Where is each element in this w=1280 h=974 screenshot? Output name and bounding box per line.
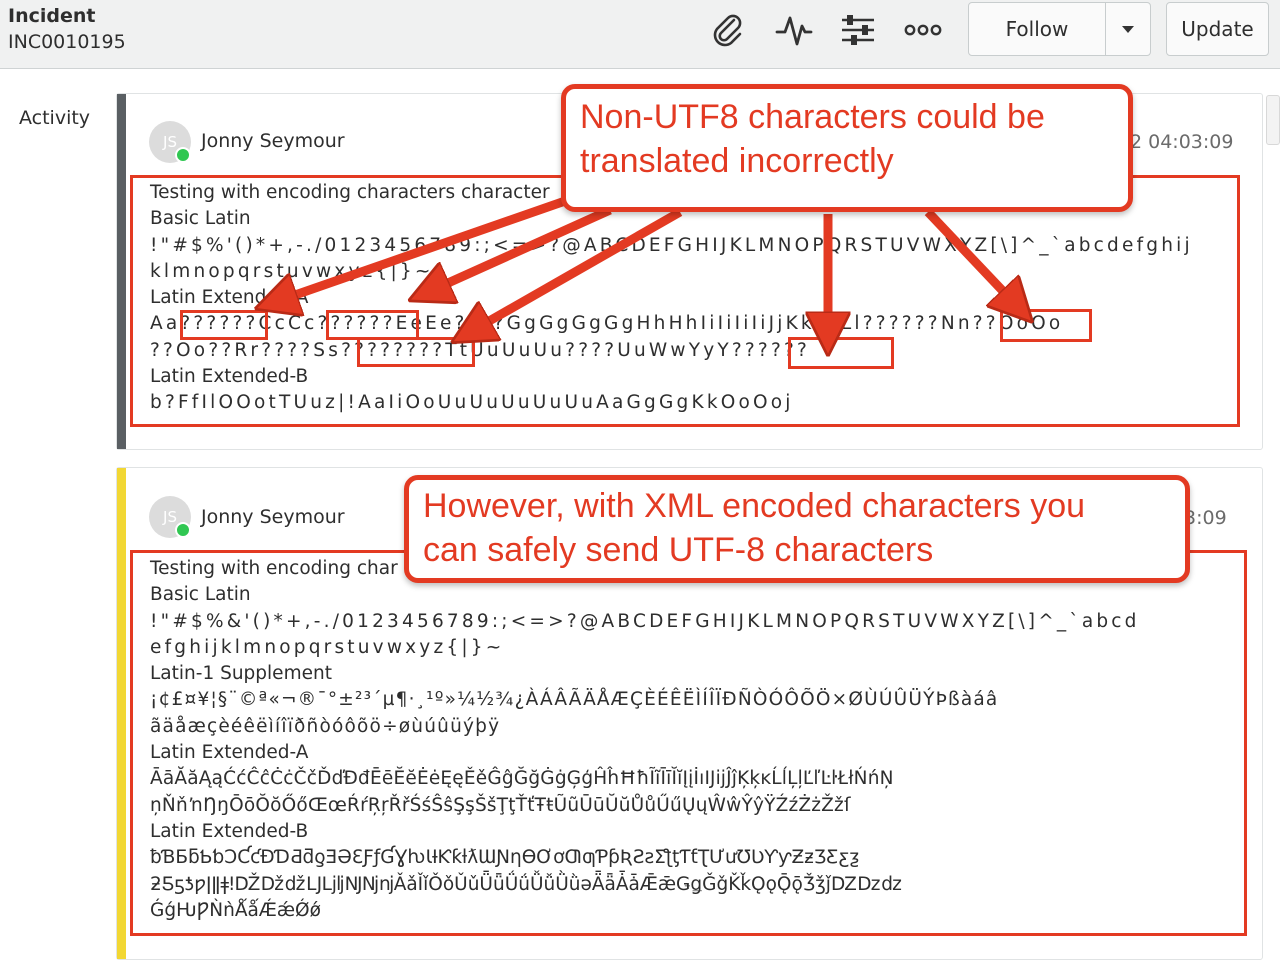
arrow [428,205,612,292]
annotation-callout: Non-UTF8 characters could be translated … [561,84,1133,212]
arrow [924,208,1018,307]
annotation-callout: However, with XML encoded characters you… [404,475,1190,583]
callout-line: translated incorrectly [580,142,894,180]
callout-line: However, with XML encoded characters you [423,487,1086,525]
callout-line: can safely send UTF-8 characters [423,531,934,569]
callout-line: Non-UTF8 characters could be [580,98,1045,136]
